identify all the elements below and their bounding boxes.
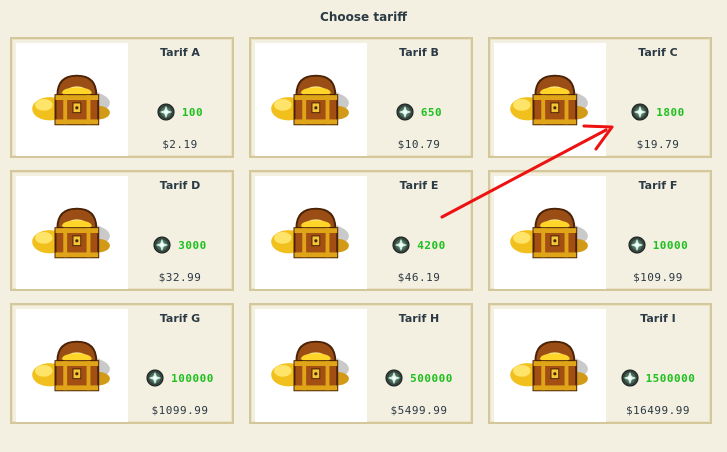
tariff-card-c[interactable]: Tarif C 1800 $19.79 (488, 37, 712, 158)
chest-image (494, 309, 606, 422)
tariff-card-h[interactable]: Tarif H 500000 $5499.99 (249, 303, 473, 424)
tariff-price: $10.79 (397, 138, 441, 151)
tariff-amount: 500000 (367, 369, 471, 387)
gem-icon (621, 369, 639, 387)
tariff-name: Tarif F (638, 179, 678, 192)
treasure-chest-icon (506, 199, 594, 267)
treasure-chest-icon (28, 332, 116, 400)
tariff-amount-value: 100 (181, 105, 204, 119)
tariff-amount: 4200 (367, 236, 471, 254)
tariff-amount: 10000 (606, 236, 710, 254)
tariff-card-a[interactable]: Tarif A 100 $2.19 (10, 37, 234, 158)
tariff-price: $109.99 (633, 271, 683, 284)
tariff-amount: 650 (367, 103, 471, 121)
gem-icon (146, 369, 164, 387)
tariff-price: $32.99 (158, 271, 202, 284)
tariff-card-g[interactable]: Tarif G 100000 $1099.99 (10, 303, 234, 424)
tariff-price: $2.19 (162, 138, 198, 151)
tariff-amount: 100000 (128, 369, 232, 387)
tariff-amount: 100 (128, 103, 232, 121)
tariff-card-f[interactable]: Tarif F 10000 $109.99 (488, 170, 712, 291)
tariff-price: $46.19 (397, 271, 441, 284)
tariff-card-e[interactable]: Tarif E 4200 $46.19 (249, 170, 473, 291)
tariff-amount-value: 100000 (171, 371, 214, 385)
tariff-card-i[interactable]: Tarif I 1500000 $16499.99 (488, 303, 712, 424)
treasure-chest-icon (267, 332, 355, 400)
tariff-price: $5499.99 (390, 404, 448, 417)
tariff-amount-value: 650 (420, 105, 443, 119)
gem-icon (385, 369, 403, 387)
tariff-grid: Tarif A 100 $2.19 Tarif B 650 $10.79 Tar… (10, 37, 716, 424)
treasure-chest-icon (28, 66, 116, 134)
tariff-amount-value: 1500000 (645, 371, 696, 385)
page-title: Choose tariff (320, 10, 407, 24)
tariff-name: Tarif E (399, 179, 439, 192)
chest-image (16, 43, 128, 156)
tariff-amount-value: 3000 (178, 238, 207, 252)
tariff-card-b[interactable]: Tarif B 650 $10.79 (249, 37, 473, 158)
tariff-price: $19.79 (636, 138, 680, 151)
tariff-amount-value: 500000 (410, 371, 453, 385)
treasure-chest-icon (28, 199, 116, 267)
gem-icon (631, 103, 649, 121)
gem-icon (153, 236, 171, 254)
tariff-amount: 3000 (128, 236, 232, 254)
tariff-name: Tarif A (160, 46, 200, 59)
tariff-name: Tarif C (638, 46, 678, 59)
gem-icon (157, 103, 175, 121)
tariff-name: Tarif B (399, 46, 439, 59)
tariff-amount: 1800 (606, 103, 710, 121)
treasure-chest-icon (267, 199, 355, 267)
treasure-chest-icon (506, 66, 594, 134)
chest-image (255, 309, 367, 422)
tariff-amount-value: 4200 (417, 238, 446, 252)
tariff-name: Tarif D (159, 179, 201, 192)
tariff-amount-value: 1800 (656, 105, 685, 119)
chest-image (255, 43, 367, 156)
treasure-chest-icon (267, 66, 355, 134)
tariff-price: $1099.99 (151, 404, 209, 417)
gem-icon (628, 236, 646, 254)
tariff-card-d[interactable]: Tarif D 3000 $32.99 (10, 170, 234, 291)
chest-image (16, 309, 128, 422)
gem-icon (396, 103, 414, 121)
tariff-name: Tarif H (398, 312, 440, 325)
tariff-amount-value: 10000 (652, 238, 689, 252)
chest-image (16, 176, 128, 289)
chest-image (494, 176, 606, 289)
tariff-price: $16499.99 (625, 404, 691, 417)
tariff-name: Tarif I (640, 312, 676, 325)
chest-image (494, 43, 606, 156)
tariff-amount: 1500000 (606, 369, 710, 387)
treasure-chest-icon (506, 332, 594, 400)
chest-image (255, 176, 367, 289)
tariff-name: Tarif G (159, 312, 201, 325)
gem-icon (392, 236, 410, 254)
